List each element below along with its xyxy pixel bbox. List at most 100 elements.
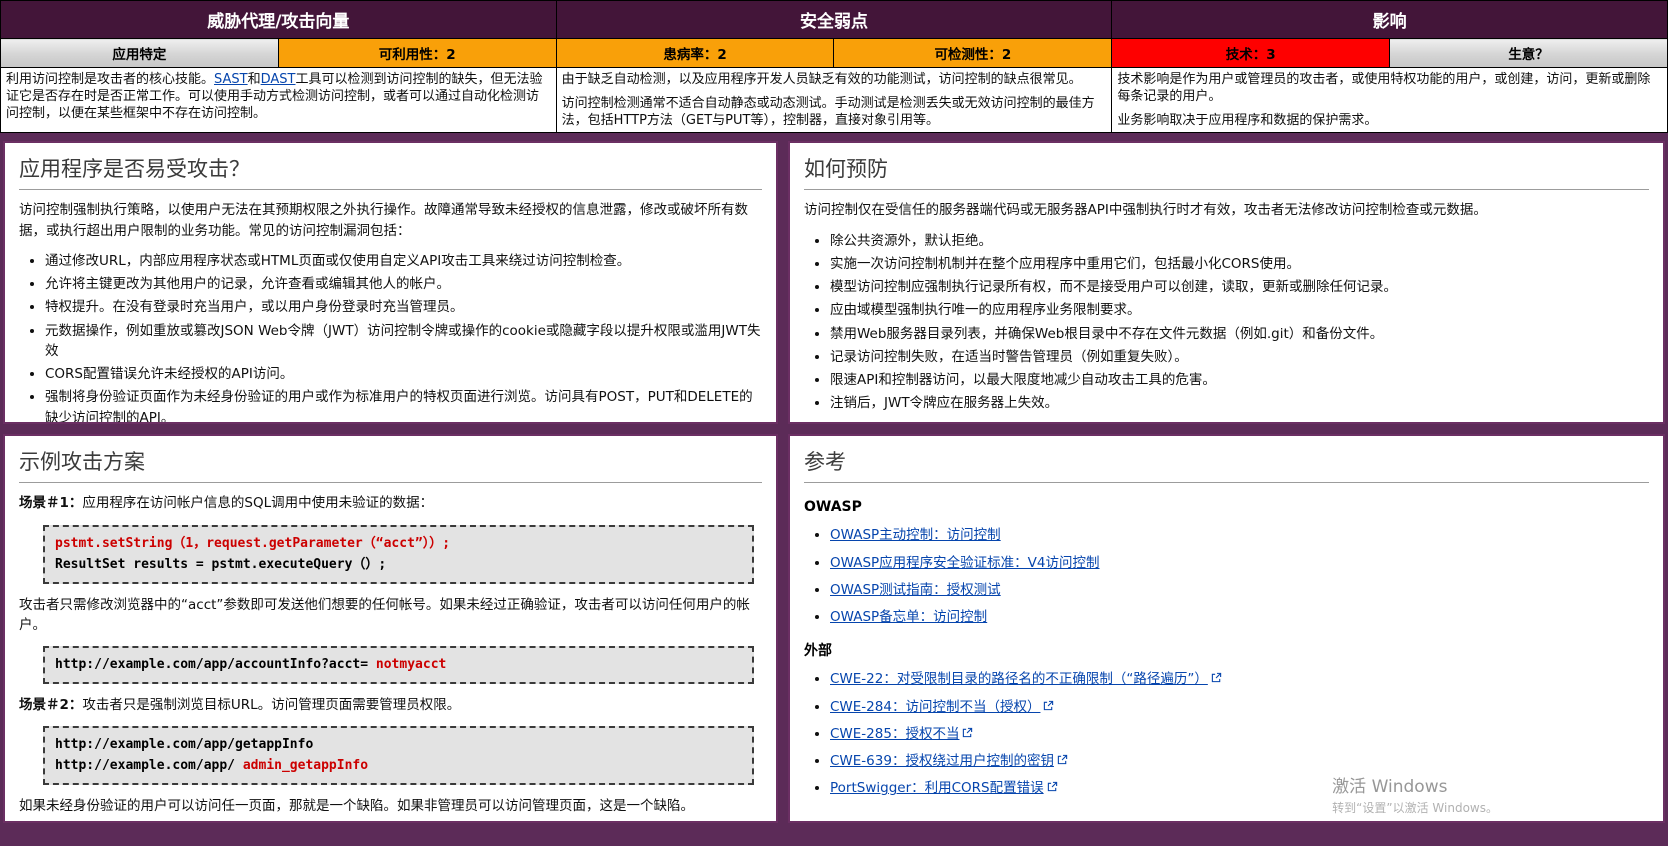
paragraph: 访问控制检测通常不适合自动静态或动态测试。手动测试是检测丢失或无效访问控制的最佳… [561,96,1095,129]
bullet-item: 记录访问控制失败，在适当时警告管理员（例如重复失败）。 [830,347,1649,367]
text-segment: 和 [247,72,261,87]
code-block-url-2: http://example.com/app/getappInfo http:/… [43,725,754,785]
bullet-item: 应由域模型强制执行唯一的应用程序业务限制要求。 [830,300,1649,320]
paragraph: 访问控制仅在受信任的服务器端代码或无服务器API中强制执行时才有效，攻击者无法修… [804,202,1487,219]
reference-link[interactable]: OWASP主动控制：访问控制 [830,527,1001,543]
prevalence-cell: 患病率：2 [555,38,835,68]
threat-agents-header: 威胁代理/攻击向量 [0,0,557,39]
risk-factor-table: 威胁代理/攻击向量 安全弱点 影响 应用特定 可利用性：2 患病率：2 可检测性… [0,0,1668,134]
code-line: pstmt.setString（1，request.getParameter（“… [55,533,742,554]
paragraph: 场景＃2：攻击者只是强制浏览目标URL。访问管理页面需要管理员权限。 [19,695,762,715]
code-highlight: pstmt.setString（1，request.getParameter（“… [55,535,451,551]
panel-title-scenarios: 示例攻击方案 [19,446,762,484]
paragraph: 访问控制强制执行策略，以使用户无法在其预期权限之外执行操作。故障通常导致未经授权… [19,202,748,239]
bullet-item: 限速API和控制器访问，以最大限度地减少自动攻击工具的危害。 [830,370,1649,390]
impact-header: 影响 [1111,0,1668,39]
code-text: http://example.com/app/ [55,758,243,774]
scenario-label: 场景＃2： [19,696,83,713]
list-item: OWASP备忘单：访问控制 [830,607,1649,627]
bullet-item: 模型访问控制应强制执行记录所有权，而不是接受用户可以创建，读取，更新或删除任何记… [830,277,1649,297]
bullet-item: 禁用Web服务器目录列表，并确保Web根目录中不存在文件元数据（例如.git）和… [830,324,1649,344]
external-link-icon [963,727,973,738]
technical-impact-cell: 技术：3 [1111,38,1391,68]
code-block-url-1: http://example.com/app/accountInfo?acct=… [43,646,754,684]
references-panel: 参考 OWASP OWASP主动控制：访问控制 OWASP应用程序安全验证标准：… [788,434,1665,824]
app-specific-cell: 应用特定 [0,38,279,68]
panel-title-prevent: 如何预防 [804,153,1649,191]
external-link-list: CWE-22：对受限制目录的路径名的不正确限制（“路径遍历”） CWE-284：… [804,669,1649,798]
rating-row: 应用特定 可利用性：2 患病率：2 可检测性：2 技术：3 生意？ [0,38,1668,68]
owasp-subheading: OWASP [804,499,862,516]
code-line: http://example.com/app/ admin_getappInfo [55,755,742,776]
reference-link[interactable]: CWE-284：访问控制不当（授权） [830,699,1040,715]
paragraph: 开发人员和QA人员应包括功能访问控制单元和集成测试。 [804,424,1649,425]
reference-link[interactable]: CWE-639：授权绕过用户控制的密钥 [830,753,1054,769]
bullet-item: 特权提升。在没有登录时充当用户，或以用户身份登录时充当管理员。 [45,297,762,317]
vulnerable-panel: 应用程序是否易受攻击？ 访问控制强制执行策略，以使用户无法在其预期权限之外执行操… [3,141,778,425]
reference-link[interactable]: OWASP备忘单：访问控制 [830,609,987,625]
list-item: OWASP应用程序安全验证标准：V4访问控制 [830,553,1649,573]
owasp-link-list: OWASP主动控制：访问控制 OWASP应用程序安全验证标准：V4访问控制 OW… [804,525,1649,627]
reference-link[interactable]: OWASP测试指南：授权测试 [830,582,1001,598]
list-item: CWE-22：对受限制目录的路径名的不正确限制（“路径遍历”） [830,669,1649,689]
security-weakness-header: 安全弱点 [555,0,1113,39]
scenarios-panel: 示例攻击方案 场景＃1：应用程序在访问帐户信息的SQL调用中使用未验证的数据： … [3,434,778,824]
list-item: PortSwigger：利用CORS配置错误 [830,778,1649,798]
list-item: CWE-285：授权不当 [830,724,1649,744]
external-link-icon [1211,673,1222,683]
paragraph: 场景＃1：应用程序在访问帐户信息的SQL调用中使用未验证的数据： [19,493,762,513]
page: 威胁代理/攻击向量 安全弱点 影响 应用特定 可利用性：2 患病率：2 可检测性… [0,0,1668,846]
detectability-cell: 可检测性：2 [833,38,1113,68]
bullet-item: 通过修改URL，内部应用程序状态或HTML页面或仅使用自定义API攻击工具来绕过… [45,251,762,271]
reference-link[interactable]: OWASP应用程序安全验证标准：V4访问控制 [830,555,1100,571]
paragraph: 如果未经身份验证的用户可以访问任一页面，那就是一个缺陷。如果非管理员可以访问管理… [19,797,694,814]
bullet-item: 允许将主键更改为其他用户的记录，允许查看或编辑其他人的帐户。 [45,274,762,294]
paragraph: 利用访问控制是攻击者的核心技能。SAST和DAST工具可以检测到访问控制的缺失，… [6,71,551,122]
impact-description: 技术影响是作为用户或管理员的攻击者，或使用特权功能的用户，或创建，访问，更新或删… [1111,66,1668,134]
code-block-sql: pstmt.setString（1，request.getParameter（“… [43,524,754,584]
external-link-icon [1044,700,1054,710]
external-subheading: 外部 [804,643,832,660]
code-highlight: notmyacct [368,657,447,673]
panel-title-vulnerable: 应用程序是否易受攻击？ [19,153,762,191]
paragraph: 攻击者只需修改浏览器中的“acct”参数即可发送他们想要的任何帐号。如果未经过正… [19,596,750,633]
exploitability-cell: 可利用性：2 [277,38,557,68]
external-link-icon [1047,782,1057,792]
bullet-item: CORS配置错误允许未经授权的API访问。 [45,364,762,384]
paragraph: 技术影响是作为用户或管理员的攻击者，或使用特权功能的用户，或创建，访问，更新或删… [1117,72,1651,105]
code-line: http://example.com/app/accountInfo?acct=… [55,654,742,675]
scenario-label: 场景＃1： [19,495,83,512]
prevent-panel: 如何预防 访问控制仅在受信任的服务器端代码或无服务器API中强制执行时才有效，攻… [788,141,1665,425]
list-item: CWE-639：授权绕过用户控制的密钥 [830,751,1649,771]
code-highlight: admin_getappInfo [242,758,369,774]
list-item: CWE-284：访问控制不当（授权） [830,697,1649,717]
paragraph: 由于缺乏自动检测，以及应用程序开发人员缺乏有效的功能测试，访问控制的缺点很常见。 [561,72,1082,87]
bullet-list: 除公共资源外，默认拒绝。 实施一次访问控制机制并在整个应用程序中重用它们，包括最… [804,231,1649,414]
reference-link[interactable]: CWE-285：授权不当 [830,726,959,742]
paragraph: 业务影响取决于应用程序和数据的保护需求。 [1117,113,1378,129]
business-impact-cell: 生意？ [1389,38,1668,68]
vulnerable-body: 访问控制强制执行策略，以使用户无法在其预期权限之外执行操作。故障通常导致未经授权… [19,200,762,423]
sast-link[interactable]: SAST [214,72,248,87]
panels-grid: 应用程序是否易受攻击？ 访问控制强制执行策略，以使用户无法在其预期权限之外执行操… [0,133,1668,829]
text-segment: 攻击者只是强制浏览目标URL。访问管理页面需要管理员权限。 [82,696,461,713]
code-text: ResultSet results = pstmt.executeQuery（）… [55,557,387,573]
bullet-list: 通过修改URL，内部应用程序状态或HTML页面或仅使用自定义API攻击工具来绕过… [19,251,762,423]
reference-link[interactable]: CWE-22：对受限制目录的路径名的不正确限制（“路径遍历”） [830,671,1208,687]
dast-link[interactable]: DAST [261,72,296,87]
bullet-item: 实施一次访问控制机制并在整个应用程序中重用它们，包括最小化CORS使用。 [830,254,1649,274]
scenarios-body: 场景＃1：应用程序在访问帐户信息的SQL调用中使用未验证的数据： pstmt.s… [19,493,762,815]
references-body: OWASP OWASP主动控制：访问控制 OWASP应用程序安全验证标准：V4访… [804,497,1649,798]
bullet-item: 强制将身份验证页面作为未经身份验证的用户或作为标准用户的特权页面进行浏览。访问具… [45,387,762,422]
panel-title-references: 参考 [804,446,1649,484]
external-link-icon [1057,755,1068,765]
list-item: OWASP主动控制：访问控制 [830,525,1649,545]
reference-link[interactable]: PortSwigger：利用CORS配置错误 [830,780,1044,796]
bullet-item: 注销后，JWT令牌应在服务器上失效。 [830,393,1649,413]
code-text: http://example.com/app/accountInfo?acct= [55,657,369,673]
group-header-row: 威胁代理/攻击向量 安全弱点 影响 [0,0,1668,39]
description-row: 利用访问控制是攻击者的核心技能。SAST和DAST工具可以检测到访问控制的缺失，… [0,66,1668,134]
prevent-body: 访问控制仅在受信任的服务器端代码或无服务器API中强制执行时才有效，攻击者无法修… [804,200,1649,425]
bullet-item: 元数据操作，例如重放或篡改JSON Web令牌（JWT）访问控制令牌或操作的co… [45,321,762,362]
list-item: OWASP测试指南：授权测试 [830,580,1649,600]
